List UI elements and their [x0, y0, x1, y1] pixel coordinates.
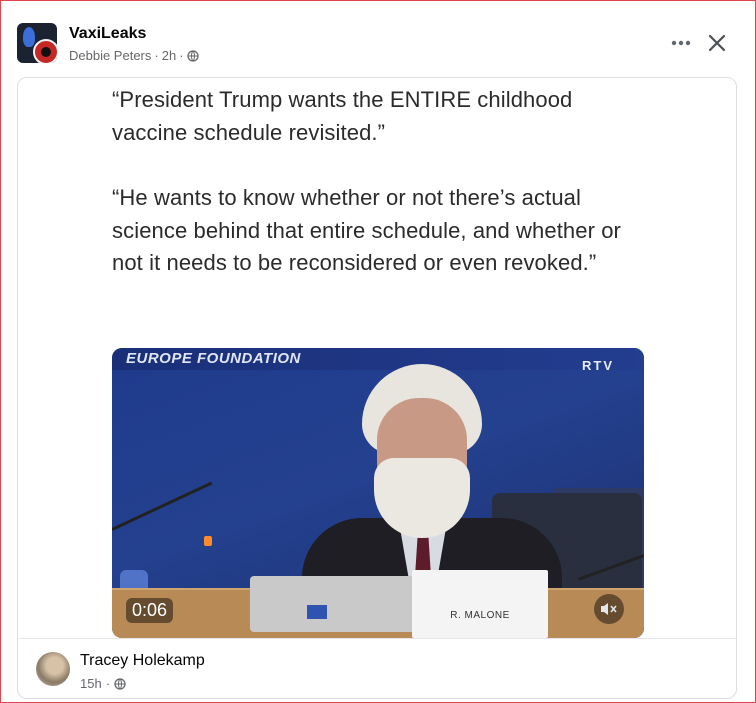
nameplate-label: R. MALONE	[450, 610, 510, 621]
microphone	[112, 481, 213, 531]
globe-icon[interactable]	[186, 49, 199, 62]
close-icon	[708, 34, 726, 52]
divider	[18, 638, 736, 639]
poster-name[interactable]: Debbie Peters	[69, 48, 151, 63]
author-time[interactable]: 15h	[80, 676, 102, 691]
close-button[interactable]	[703, 29, 731, 57]
video-duration: 0:06	[126, 598, 174, 623]
nameplate: R. MALONE	[412, 570, 548, 638]
globe-icon[interactable]	[114, 677, 126, 690]
quote-text: “He wants to know whether or not there’s…	[112, 185, 621, 275]
post-image[interactable]: “President Trump wants the ENTIRE childh…	[18, 78, 736, 638]
mute-button[interactable]	[594, 594, 624, 624]
banner-text: EUROPE FOUNDATION	[126, 350, 301, 367]
page-avatar[interactable]	[17, 23, 57, 63]
shared-post-card[interactable]: “President Trump wants the ENTIRE childh…	[17, 77, 737, 699]
post-header: VaxiLeaks Debbie Peters · 2h ·	[17, 23, 741, 67]
meta-separator: ·	[179, 48, 184, 63]
more-options-button[interactable]	[669, 31, 693, 55]
post-time[interactable]: 2h	[162, 48, 176, 63]
author-meta: 15h ·	[80, 676, 126, 691]
quote-text: “President Trump wants the ENTIRE childh…	[112, 87, 573, 145]
post-window: VaxiLeaks Debbie Peters · 2h · “Presiden…	[0, 0, 756, 703]
avatar[interactable]	[36, 652, 70, 686]
video-player[interactable]: EUROPE FOUNDATION RTV R. MALONE 0:06	[112, 348, 644, 638]
logo-flame	[23, 27, 35, 47]
post-meta: Debbie Peters · 2h ·	[69, 48, 199, 63]
logo-seal	[33, 39, 57, 63]
muted-speaker-icon	[601, 603, 617, 615]
page-name[interactable]: VaxiLeaks	[69, 25, 146, 43]
author-name[interactable]: Tracey Holekamp	[80, 652, 205, 670]
eu-flag-sticker	[307, 605, 327, 619]
meta-separator: ·	[105, 676, 111, 691]
meta-separator: ·	[154, 48, 159, 63]
original-author: Tracey Holekamp 15h ·	[34, 648, 724, 692]
laptop	[250, 576, 420, 632]
more-options-icon	[671, 40, 691, 46]
microphone-light	[204, 536, 212, 546]
